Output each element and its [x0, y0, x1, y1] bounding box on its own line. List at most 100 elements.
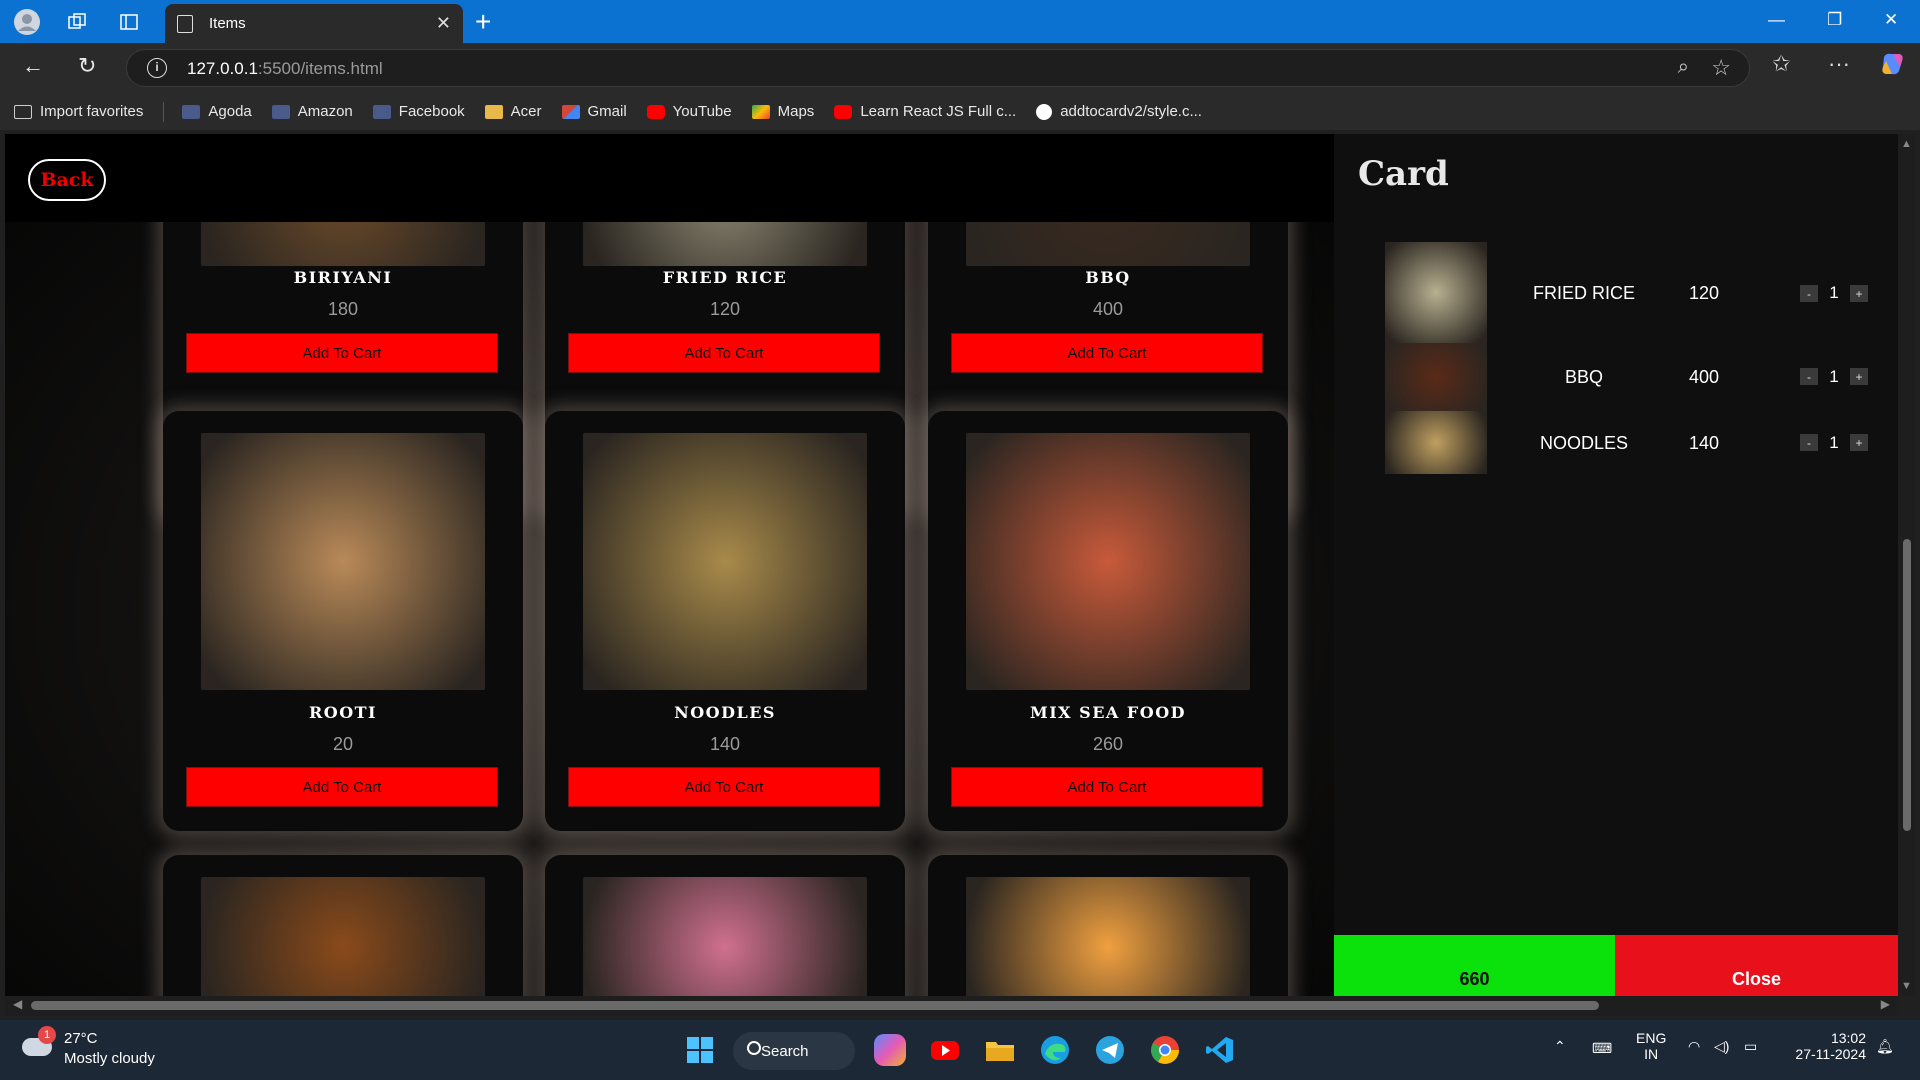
- fav-learn-react[interactable]: Learn React JS Full c...: [834, 103, 1016, 120]
- scroll-thumb[interactable]: [1903, 539, 1911, 831]
- fav-agoda[interactable]: Agoda: [182, 103, 252, 120]
- add-to-cart-button[interactable]: Add To Cart: [186, 767, 498, 807]
- fav-import-favorites[interactable]: Import favorites: [14, 103, 143, 120]
- page-icon: [271, 104, 290, 119]
- folder-icon: [484, 104, 503, 119]
- url-text: 127.0.0.1:5500/items.html: [187, 59, 383, 78]
- close-cart-button[interactable]: Close: [1615, 935, 1898, 996]
- language-indicator[interactable]: ENG IN: [1636, 1030, 1666, 1062]
- minimize-icon[interactable]: —: [1768, 10, 1785, 30]
- chrome-icon[interactable]: [1149, 1034, 1181, 1066]
- decrease-qty-button[interactable]: -: [1800, 368, 1818, 385]
- clock-date: 27-11-2024: [1795, 1046, 1866, 1062]
- seafood-image: [966, 433, 1250, 690]
- add-to-cart-button[interactable]: Add To Cart: [568, 333, 880, 373]
- back-arrow-icon[interactable]: ←: [22, 53, 44, 79]
- gmail-icon: [561, 104, 580, 119]
- fav-gmail[interactable]: Gmail: [561, 103, 627, 120]
- fav-youtube[interactable]: YouTube: [646, 103, 732, 120]
- item-name: NOODLES: [674, 703, 776, 722]
- back-button[interactable]: Back: [28, 159, 106, 201]
- vertical-scrollbar[interactable]: ▲ ▼: [1898, 134, 1915, 996]
- scroll-left-icon[interactable]: ◀: [13, 997, 22, 1011]
- scroll-up-icon[interactable]: ▲: [1901, 138, 1912, 150]
- favorites-bar: Import favorites Agoda Amazon Facebook A…: [0, 93, 1920, 130]
- cart-item-name: FRIED RICE: [1532, 283, 1635, 303]
- import-icon: [14, 104, 32, 119]
- copilot-icon[interactable]: [874, 1034, 906, 1066]
- increase-qty-button[interactable]: +: [1850, 285, 1868, 302]
- close-tab-icon[interactable]: ✕: [436, 13, 451, 34]
- windows-start-icon[interactable]: [684, 1034, 716, 1066]
- cart-item-price: 400: [1688, 367, 1720, 387]
- edge-browser-icon[interactable]: [1039, 1034, 1071, 1066]
- fav-maps[interactable]: Maps: [751, 103, 814, 120]
- window-close-icon[interactable]: ✕: [1884, 10, 1898, 30]
- battery-icon[interactable]: ▭: [1744, 1038, 1757, 1055]
- tab-actions-icon[interactable]: [114, 7, 144, 37]
- item-name: FRIED RICE: [662, 268, 788, 287]
- fav-facebook[interactable]: Facebook: [372, 103, 465, 120]
- juice-image: [966, 877, 1250, 996]
- noodles-image: [583, 433, 867, 690]
- refresh-icon[interactable]: ↻: [78, 53, 96, 79]
- increase-qty-button[interactable]: +: [1850, 368, 1868, 385]
- fav-github-addtocard[interactable]: addtocardv2/style.c...: [1036, 103, 1202, 120]
- item-price: 140: [709, 734, 741, 754]
- horizontal-scrollbar[interactable]: ◀ ▶: [5, 996, 1898, 1016]
- telegram-icon[interactable]: [1094, 1034, 1126, 1066]
- item-price: 120: [709, 299, 741, 319]
- clock[interactable]: 13:02 27-11-2024: [1786, 1030, 1866, 1062]
- item-card-juice: [928, 855, 1288, 996]
- taskbar-search[interactable]: Search: [733, 1032, 855, 1070]
- volume-icon[interactable]: ◁): [1714, 1038, 1729, 1055]
- decrease-qty-button[interactable]: -: [1800, 285, 1818, 302]
- menu-area: BIRIYANI 180 Add To Cart FRIED RICE 120 …: [5, 134, 1334, 996]
- cart-title: Card: [1358, 154, 1449, 194]
- wifi-icon[interactable]: ◠: [1688, 1038, 1700, 1055]
- notification-bell-icon[interactable]: 🔔︎: [1876, 1038, 1894, 1055]
- taskbar: 1 27°C Mostly cloudy Search ⌃ ⌨ ENG IN ◠…: [0, 1020, 1920, 1080]
- tab-items[interactable]: Items ✕: [165, 4, 463, 43]
- tray-overflow-icon[interactable]: ⌃: [1554, 1038, 1566, 1055]
- search-icon: [747, 1041, 761, 1055]
- fav-amazon[interactable]: Amazon: [271, 103, 353, 120]
- youtube-icon: [646, 104, 665, 119]
- add-to-cart-button[interactable]: Add To Cart: [186, 333, 498, 373]
- item-name: BIRIYANI: [293, 268, 393, 287]
- address-bar[interactable]: i 127.0.0.1:5500/items.html ⌕ ☆: [126, 49, 1750, 87]
- new-tab-button[interactable]: +: [475, 6, 491, 38]
- keyboard-icon[interactable]: ⌨: [1592, 1040, 1612, 1057]
- cart-panel: Card FRIED RICE 120 - 1 + BBQ 400 - 1 + …: [1334, 134, 1898, 996]
- item-price: 180: [327, 299, 359, 319]
- scroll-down-icon[interactable]: ▼: [1901, 980, 1912, 992]
- page-icon: [177, 14, 193, 33]
- add-to-cart-button[interactable]: Add To Cart: [951, 333, 1263, 373]
- profile-icon[interactable]: [12, 7, 42, 37]
- cart-item-price: 120: [1688, 283, 1720, 303]
- scroll-right-icon[interactable]: ▶: [1881, 997, 1890, 1011]
- more-menu-icon[interactable]: ···: [1828, 51, 1850, 77]
- favorites-icon[interactable]: ✩: [1772, 51, 1790, 77]
- chicken-curry-image: [201, 877, 485, 996]
- page-icon: [182, 104, 201, 119]
- site-info-icon[interactable]: i: [147, 58, 167, 78]
- zoom-icon[interactable]: ⌕: [1678, 56, 1689, 79]
- vscode-icon[interactable]: [1204, 1034, 1236, 1066]
- scroll-thumb[interactable]: [31, 1001, 1599, 1010]
- decrease-qty-button[interactable]: -: [1800, 434, 1818, 451]
- favorite-star-icon[interactable]: ☆: [1711, 55, 1731, 81]
- restore-icon[interactable]: ❐: [1827, 10, 1842, 30]
- fav-acer[interactable]: Acer: [484, 103, 542, 120]
- workspaces-icon[interactable]: [62, 7, 92, 37]
- file-explorer-icon[interactable]: [984, 1034, 1016, 1066]
- copilot-icon[interactable]: [1880, 51, 1906, 83]
- add-to-cart-button[interactable]: Add To Cart: [568, 767, 880, 807]
- weather-condition: Mostly cloudy: [64, 1050, 155, 1067]
- add-to-cart-button[interactable]: Add To Cart: [951, 767, 1263, 807]
- increase-qty-button[interactable]: +: [1850, 434, 1868, 451]
- temperature: 27°C: [64, 1030, 98, 1047]
- youtube-icon: [834, 104, 853, 119]
- item-name: MIX SEA FOOD: [1029, 703, 1187, 722]
- youtube-icon[interactable]: [929, 1034, 961, 1066]
